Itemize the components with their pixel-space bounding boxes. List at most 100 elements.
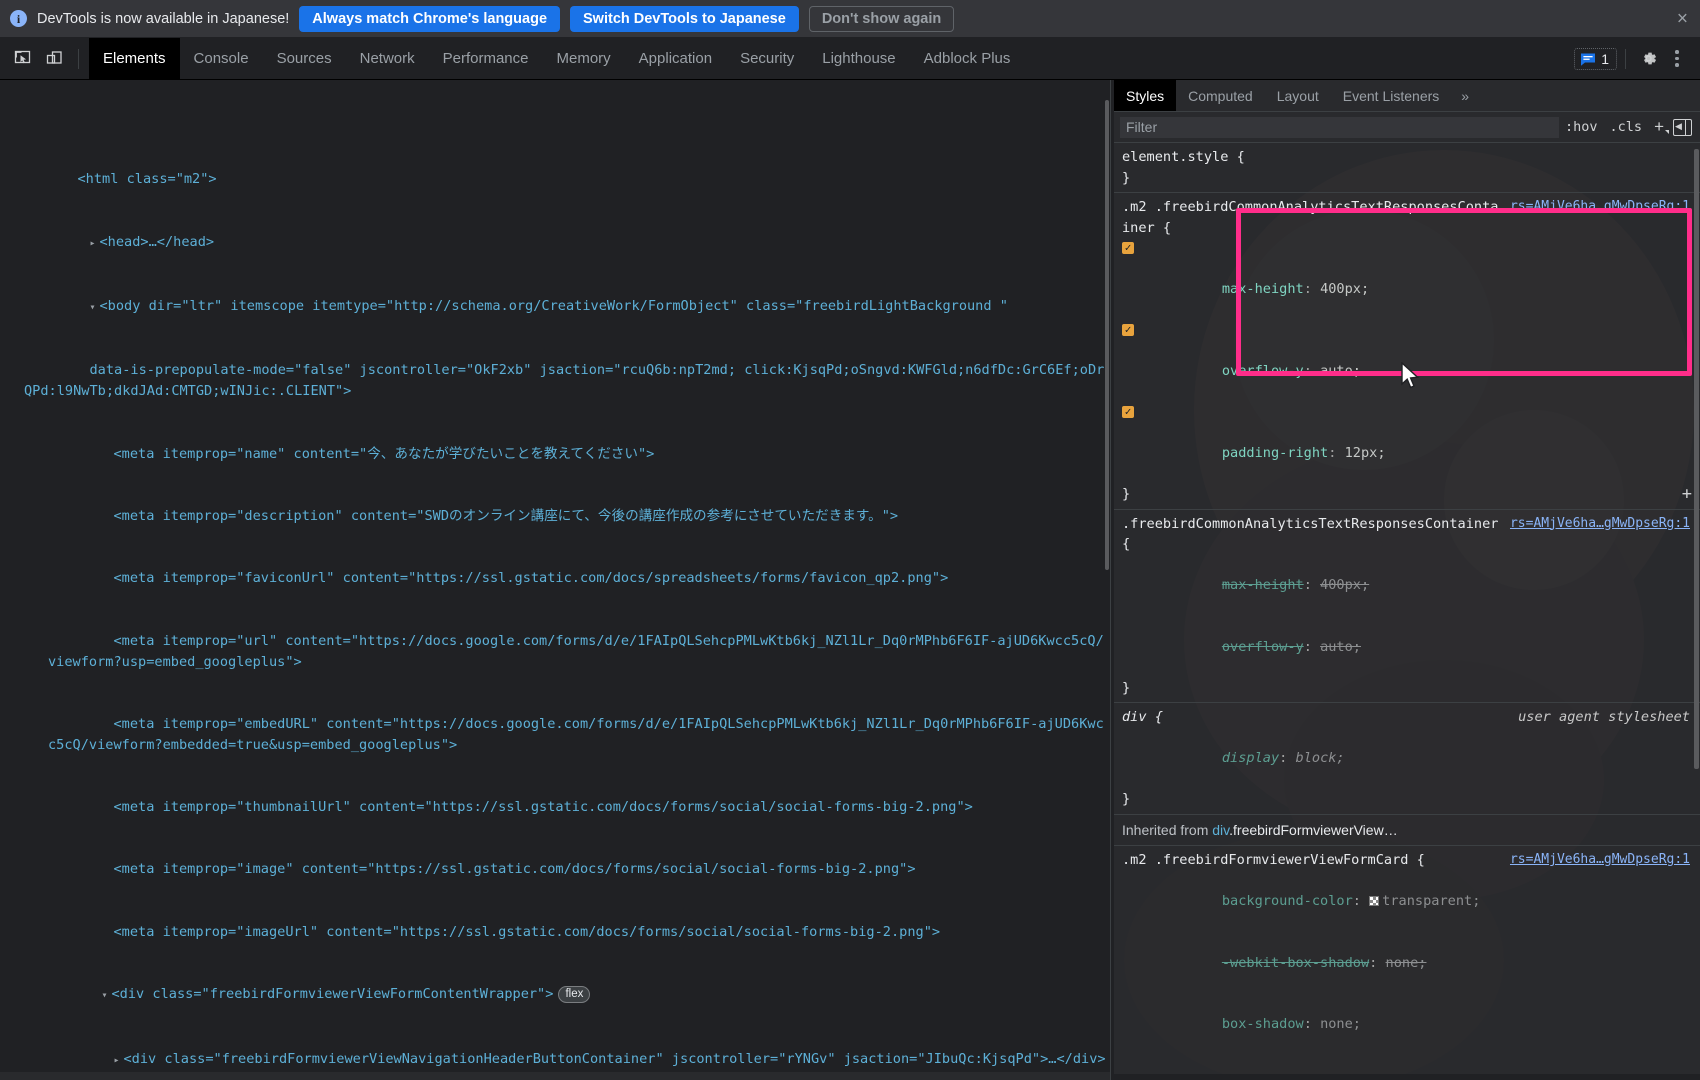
declaration-display[interactable]: display: block;	[1122, 728, 1690, 790]
declaration-property[interactable]: box-shadow	[1222, 1016, 1304, 1032]
dom-node-content-wrapper[interactable]: ▾ <div class="freebirdFormviewerViewFormC…	[0, 963, 1110, 1027]
tab-sources[interactable]: Sources	[263, 38, 346, 79]
tab-memory[interactable]: Memory	[543, 38, 625, 79]
rule-element-style[interactable]: element.style { }	[1114, 143, 1700, 193]
declaration-property[interactable]: overflow-y	[1222, 639, 1304, 655]
styles-pane-scrollbar[interactable]	[1693, 143, 1700, 1080]
color-swatch-icon[interactable]	[1369, 896, 1380, 906]
dom-node-head[interactable]: ▸ <head>…</head>	[0, 211, 1110, 275]
rule-m2-text-responses-container[interactable]: .m2 .freebirdCommonAnalyticsTextResponse…	[1114, 193, 1700, 510]
dont-show-again-button[interactable]: Don't show again	[808, 5, 955, 32]
rule-selector[interactable]: div {	[1122, 707, 1512, 728]
device-toolbar-icon[interactable]	[40, 45, 68, 73]
dom-node-meta-imageurl[interactable]: <meta itemprop="imageUrl" content="https…	[0, 901, 1110, 963]
tab-elements[interactable]: Elements	[89, 38, 180, 79]
dom-node-meta-embedurl[interactable]: <meta itemprop="embedURL" content="https…	[0, 693, 1110, 776]
tab-security[interactable]: Security	[726, 38, 808, 79]
chevron-right-icon[interactable]: ▸	[113, 1051, 123, 1072]
tab-network[interactable]: Network	[346, 38, 429, 79]
declaration-value[interactable]: auto;	[1320, 639, 1361, 655]
inspect-element-icon[interactable]	[8, 45, 36, 73]
declaration-property[interactable]: padding-right	[1222, 445, 1328, 461]
stylesheet-origin-link[interactable]: rs=AMjVe6ha…gMwDpseRg:1	[1510, 197, 1690, 218]
dom-tree-pane[interactable]: <html class="m2"> ▸ <head>…</head> ▾ <body…	[0, 80, 1110, 1080]
tab-performance[interactable]: Performance	[429, 38, 543, 79]
cls-toggle[interactable]: .cls	[1604, 119, 1649, 135]
dom-node-meta-name[interactable]: <meta itemprop="name" content="今、あなたが学びた…	[0, 423, 1110, 485]
always-match-chrome-language-button[interactable]: Always match Chrome's language	[299, 5, 561, 32]
stylesheet-origin-link[interactable]: rs=AMjVe6ha…gMwDpseRg:1	[1510, 850, 1690, 871]
rule-selector[interactable]: element.style {	[1122, 147, 1690, 168]
styles-filter-input[interactable]	[1120, 116, 1560, 138]
declaration-box-shadow[interactable]: box-shadow: none;	[1122, 994, 1690, 1056]
declaration-checkbox[interactable]: ✓	[1122, 406, 1134, 418]
dom-node-meta-thumbnailurl[interactable]: <meta itemprop="thumbnailUrl" content="h…	[0, 776, 1110, 838]
styles-tab-layout[interactable]: Layout	[1265, 80, 1331, 111]
dom-node-html[interactable]: <html class="m2">	[0, 148, 1110, 210]
declaration-value[interactable]: auto;	[1320, 363, 1361, 379]
nav-header-tag: <div class="freebirdFormviewerViewNaviga…	[123, 1050, 1106, 1067]
hov-toggle[interactable]: :hov	[1559, 119, 1604, 135]
add-declaration-button[interactable]: +	[1682, 484, 1692, 505]
declaration-property[interactable]: max-height	[1222, 281, 1304, 297]
new-style-rule-button[interactable]: +	[1648, 117, 1669, 137]
rule-text-responses-container-overridden[interactable]: .freebirdCommonAnalyticsTextResponsesCon…	[1114, 509, 1700, 703]
declaration-property[interactable]: -webkit-box-shadow	[1222, 955, 1369, 971]
declaration-checkbox[interactable]: ✓	[1122, 242, 1134, 254]
dom-tree-scrollbar[interactable]	[1104, 80, 1110, 1080]
chevron-down-icon[interactable]: ▾	[89, 298, 99, 319]
switch-devtools-to-japanese-button[interactable]: Switch DevTools to Japanese	[570, 5, 799, 32]
devtools-toolbar: Elements Console Sources Network Performance…	[0, 38, 1700, 80]
chevron-down-icon[interactable]: ▾	[101, 986, 111, 1007]
styles-tab-styles[interactable]: Styles	[1114, 80, 1177, 111]
declaration-max-height-overridden[interactable]: max-height: 400px;	[1122, 555, 1690, 617]
declaration-property[interactable]: overflow-y	[1222, 363, 1304, 379]
declaration-background-color[interactable]: background-color: transparent;	[1122, 871, 1690, 933]
declaration-max-height[interactable]: ✓ max-height: 400px;	[1122, 238, 1690, 320]
declaration-value[interactable]: 400px;	[1320, 577, 1369, 593]
close-icon[interactable]: ×	[1677, 9, 1688, 28]
rule-selector[interactable]: .freebirdCommonAnalyticsTextResponsesCon…	[1122, 514, 1504, 555]
declaration-value[interactable]: 400px;	[1320, 281, 1369, 297]
styles-rules-list[interactable]: element.style { } .m2 .freebirdCommonAna…	[1114, 143, 1700, 1080]
styles-tabs-more-icon[interactable]: »	[1451, 80, 1479, 111]
declaration-value[interactable]: none;	[1386, 955, 1427, 971]
tab-lighthouse[interactable]: Lighthouse	[808, 38, 909, 79]
styles-tab-computed[interactable]: Computed	[1176, 80, 1265, 111]
declaration-value[interactable]: 12px;	[1345, 445, 1386, 461]
rule-m2-formviewer-form-card[interactable]: .m2 .freebirdFormviewerViewFormCard { rs…	[1114, 846, 1700, 1080]
rule-selector[interactable]: .m2 .freebirdCommonAnalyticsTextResponse…	[1122, 197, 1504, 238]
info-icon: i	[10, 10, 27, 27]
tab-application[interactable]: Application	[625, 38, 726, 79]
declaration-property[interactable]: max-height	[1222, 577, 1304, 593]
rule-selector[interactable]: .m2 .freebirdFormviewerViewFormCard {	[1122, 850, 1504, 871]
dom-node-meta-faviconurl[interactable]: <meta itemprop="faviconUrl" content="htt…	[0, 548, 1110, 610]
declaration-padding-right[interactable]: ✓ padding-right: 12px;	[1122, 402, 1690, 484]
dom-node-meta-description[interactable]: <meta itemprop="description" content="SW…	[0, 485, 1110, 547]
declaration-value[interactable]: block;	[1296, 750, 1345, 766]
dom-node-doctype[interactable]	[0, 86, 1110, 148]
tab-console[interactable]: Console	[180, 38, 263, 79]
chevron-right-icon[interactable]: ▸	[89, 234, 99, 255]
styles-tab-event-listeners[interactable]: Event Listeners	[1331, 80, 1452, 111]
declaration-value[interactable]: none;	[1320, 1016, 1361, 1032]
dom-node-meta-image[interactable]: <meta itemprop="image" content="https://…	[0, 839, 1110, 901]
declaration-overflow-y[interactable]: ✓ overflow-y: auto;	[1122, 320, 1690, 402]
declaration-webkit-box-shadow[interactable]: -webkit-box-shadow: none;	[1122, 932, 1690, 994]
gear-icon[interactable]	[1634, 45, 1662, 73]
dom-node-meta-url[interactable]: <meta itemprop="url" content="https://do…	[0, 610, 1110, 693]
dom-node-body[interactable]: ▾ <body dir="ltr" itemscope itemtype="htt…	[0, 275, 1110, 339]
styles-pane: StylesComputedLayoutEvent Listeners» :ho…	[1114, 80, 1700, 1080]
declaration-property[interactable]: background-color	[1222, 893, 1353, 909]
declaration-value[interactable]: transparent;	[1382, 893, 1480, 909]
declaration-property[interactable]: display	[1222, 750, 1279, 766]
rule-div-user-agent[interactable]: div { user agent stylesheet display: blo…	[1114, 703, 1700, 815]
tab-adblock-plus[interactable]: Adblock Plus	[910, 38, 1025, 79]
vertical-dots-icon[interactable]	[1664, 45, 1690, 73]
console-messages-badge[interactable]: 1	[1574, 47, 1617, 70]
sidebar-toggle-icon[interactable]	[1673, 118, 1692, 136]
stylesheet-origin-link[interactable]: rs=AMjVe6ha…gMwDpseRg:1	[1510, 514, 1690, 535]
declaration-overflow-y-overridden[interactable]: overflow-y: auto;	[1122, 616, 1690, 678]
flex-badge[interactable]: flex	[558, 986, 591, 1004]
declaration-checkbox[interactable]: ✓	[1122, 324, 1134, 336]
